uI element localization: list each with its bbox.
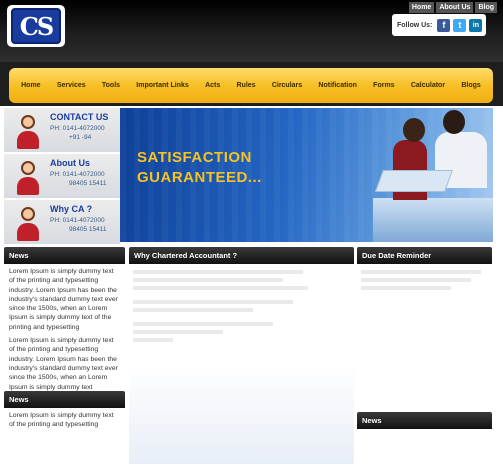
nav-item-acts[interactable]: Acts — [205, 82, 220, 89]
news-text: Lorem Ipsum is simply dummy text of the … — [9, 412, 114, 429]
nav-item-home[interactable]: Home — [21, 82, 40, 89]
due-date-title: Due Date Reminder — [357, 247, 492, 264]
site-logo[interactable]: CS — [7, 5, 65, 47]
nav-item-important-links[interactable]: Important Links — [136, 82, 189, 89]
about-phone: PH: 0141-4072000 — [50, 171, 105, 178]
main-content: CONTACT US PH: 0141-4072000 +91 -94 Abou… — [0, 106, 503, 475]
why-ca-phone: PH: 0141-4072000 — [50, 217, 105, 224]
nav-item-rules[interactable]: Rules — [237, 82, 256, 89]
nav-item-services[interactable]: Services — [57, 82, 86, 89]
toplink-home[interactable]: Home — [408, 2, 435, 13]
top-links: Home About Us Blog — [408, 2, 497, 13]
nav-item-forms[interactable]: Forms — [373, 82, 394, 89]
main-nav: Home Services Tools Important Links Acts… — [9, 68, 493, 103]
nav-item-blogs[interactable]: Blogs — [461, 82, 480, 89]
contact-column: CONTACT US PH: 0141-4072000 +91 -94 Abou… — [4, 108, 120, 244]
news-panel-title: News — [357, 412, 492, 429]
contact-box[interactable]: CONTACT US PH: 0141-4072000 +91 -94 — [4, 108, 120, 152]
nav-item-notification[interactable]: Notification — [318, 82, 357, 89]
news-text: Lorem Ipsum is simply dummy text of the … — [9, 268, 118, 331]
hero-banner: SATISFACTION GUARANTEED... — [120, 108, 493, 242]
news-panel-2: News Lorem Ipsum is simply dummy text of… — [4, 391, 125, 471]
news-panel-3: News — [357, 412, 492, 472]
why-ca-box[interactable]: Why CA ? PH: 0141-4072000 98405 15411 — [4, 200, 120, 244]
contact-mobile: +91 -94 — [69, 134, 92, 141]
banner-line-1: SATISFACTION — [137, 149, 252, 166]
nav-item-tools[interactable]: Tools — [102, 82, 120, 89]
nav-item-calculator[interactable]: Calculator — [411, 82, 445, 89]
about-mobile: 98405 15411 — [69, 180, 107, 187]
why-ca-mobile: 98405 15411 — [69, 226, 107, 233]
avatar-icon — [14, 205, 42, 241]
logo-mark: CS — [11, 8, 61, 44]
site-header: CS Home About Us Blog Follow Us: f t in — [0, 0, 503, 62]
contact-phone: PH: 0141-4072000 — [50, 125, 105, 132]
toplink-blog[interactable]: Blog — [475, 2, 497, 13]
nav-wrapper: Home Services Tools Important Links Acts… — [0, 62, 503, 106]
follow-label: Follow Us: — [397, 21, 433, 29]
due-date-panel: Due Date Reminder — [357, 247, 492, 407]
about-box[interactable]: About Us PH: 0141-4072000 98405 15411 — [4, 154, 120, 198]
why-ca-panel-title: Why Chartered Accountant ? — [129, 247, 354, 264]
avatar-icon — [14, 159, 42, 195]
banner-line-2: GUARANTEED... — [137, 169, 262, 186]
follow-us-box: Follow Us: f t in — [392, 14, 486, 36]
facebook-icon[interactable]: f — [437, 18, 451, 32]
twitter-icon[interactable]: t — [453, 18, 467, 32]
news-panel-title: News — [4, 391, 125, 408]
toplink-about[interactable]: About Us — [436, 2, 474, 13]
why-ca-panel: Why Chartered Accountant ? — [129, 247, 354, 467]
avatar-icon — [14, 113, 42, 149]
nav-item-circulars[interactable]: Circulars — [272, 82, 302, 89]
news-panel: News Lorem Ipsum is simply dummy text of… — [4, 247, 125, 391]
about-title: About Us — [50, 158, 90, 168]
banner-photo — [373, 108, 493, 242]
news-panel-title: News — [4, 247, 125, 264]
news-text: Lorem Ipsum is simply dummy text of the … — [9, 337, 118, 391]
contact-title: CONTACT US — [50, 112, 109, 122]
linkedin-icon[interactable]: in — [469, 18, 483, 32]
why-ca-title: Why CA ? — [50, 204, 93, 214]
